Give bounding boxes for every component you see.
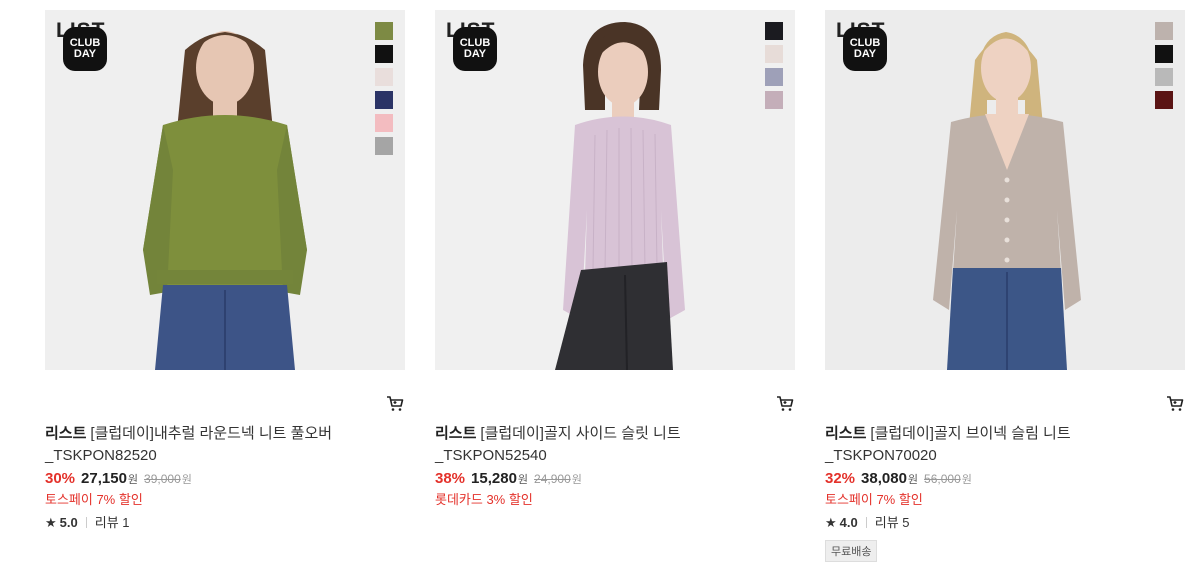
brand-name: 리스트 (45, 425, 87, 442)
review-count[interactable]: 리뷰 1 (95, 515, 130, 530)
card-promo: 롯데카드 3% 할인 (435, 492, 533, 507)
product-name: [클럽데이]내추럴 라운드넥 니트 풀오버 _TSKPON82520 (45, 425, 333, 464)
club-day-badge: CLUB DAY (843, 27, 887, 71)
color-swatch[interactable] (375, 137, 393, 155)
product-title[interactable]: 리스트 [클럽데이]내추럴 라운드넥 니트 풀오버 _TSKPON82520 (45, 423, 365, 467)
original-price: 24,900 (534, 472, 571, 486)
product-card[interactable]: LIST CLUB DAY 리스트[클럽데이]내추럴 라운드넥 니트 풀오버 _… (45, 10, 405, 530)
club-day-badge-line: DAY (853, 48, 877, 60)
color-swatches (375, 22, 393, 160)
price-row: 32% 38,080원 56,000원 (825, 470, 972, 487)
color-swatch[interactable] (765, 91, 783, 109)
product-image[interactable]: LIST CLUB DAY (825, 10, 1185, 370)
color-swatch[interactable] (765, 45, 783, 63)
sale-price: 27,150 (81, 470, 127, 487)
product-title[interactable]: 리스트 [클럽데이]골지 브이넥 슬림 니트 _TSKPON70020 (825, 423, 1145, 467)
brand-name: 리스트 (825, 425, 867, 442)
rating-value: 5.0 (59, 515, 78, 530)
currency-unit: 원 (961, 474, 972, 486)
price-row: 30% 27,150원 39,000원 (45, 470, 192, 487)
discount-rate: 32% (825, 470, 856, 487)
currency-unit: 원 (127, 474, 139, 486)
product-image[interactable]: LIST CLUB DAY (45, 10, 405, 370)
review-summary: ★ 5.0 리뷰 1 (45, 512, 130, 531)
currency-unit: 원 (571, 474, 582, 486)
cart-icon[interactable] (775, 393, 795, 413)
color-swatch[interactable] (1155, 91, 1173, 109)
review-count[interactable]: 리뷰 5 (875, 515, 910, 530)
divider (85, 517, 87, 528)
color-swatch[interactable] (375, 68, 393, 86)
rating-value: 4.0 (839, 515, 858, 530)
sale-price: 38,080 (861, 470, 907, 487)
review-summary: ★ 4.0 리뷰 5 (825, 512, 910, 531)
star-icon: ★ (825, 515, 837, 530)
color-swatch[interactable] (375, 45, 393, 63)
payment-promo: 토스페이 7% 할인 (45, 492, 143, 507)
product-card[interactable]: LIST CLUB DAY 리스트[클럽데이]골지 사이드 슬릿 니트 _TSK… (435, 10, 795, 507)
original-price: 39,000 (144, 472, 181, 486)
currency-unit: 원 (181, 474, 192, 486)
club-day-badge-line: DAY (463, 48, 487, 60)
club-day-badge: CLUB DAY (453, 27, 497, 71)
product-image[interactable]: LIST CLUB DAY (435, 10, 795, 370)
sale-price: 15,280 (471, 470, 517, 487)
currency-unit: 원 (517, 474, 529, 486)
club-day-badge-line: DAY (73, 48, 97, 60)
color-swatches (1155, 22, 1173, 114)
color-swatch[interactable] (375, 114, 393, 132)
payment-promo: 토스페이 7% 할인 (825, 492, 923, 507)
color-swatch[interactable] (1155, 45, 1173, 63)
free-shipping-badge: 무료배송 (825, 540, 878, 562)
discount-rate: 30% (45, 470, 76, 487)
original-price: 56,000 (924, 472, 961, 486)
color-swatch[interactable] (765, 68, 783, 86)
product-title[interactable]: 리스트 [클럽데이]골지 사이드 슬릿 니트 _TSKPON52540 (435, 423, 755, 467)
color-swatch[interactable] (1155, 68, 1173, 86)
price-row: 38% 15,280원 24,900원 (435, 470, 582, 487)
star-icon: ★ (45, 515, 57, 530)
brand-name: 리스트 (435, 425, 477, 442)
product-card[interactable]: LIST CLUB DAY 리스트[클럽데이]골지 브이넥 슬림 니트 _TSK… (825, 10, 1185, 562)
currency-unit: 원 (907, 474, 919, 486)
color-swatch[interactable] (1155, 22, 1173, 40)
divider (865, 517, 867, 528)
cart-icon[interactable] (385, 393, 405, 413)
discount-rate: 38% (435, 470, 466, 487)
color-swatch[interactable] (765, 22, 783, 40)
club-day-badge: CLUB DAY (63, 27, 107, 71)
color-swatches (765, 22, 783, 114)
color-swatch[interactable] (375, 22, 393, 40)
cart-icon[interactable] (1165, 393, 1185, 413)
color-swatch[interactable] (375, 91, 393, 109)
